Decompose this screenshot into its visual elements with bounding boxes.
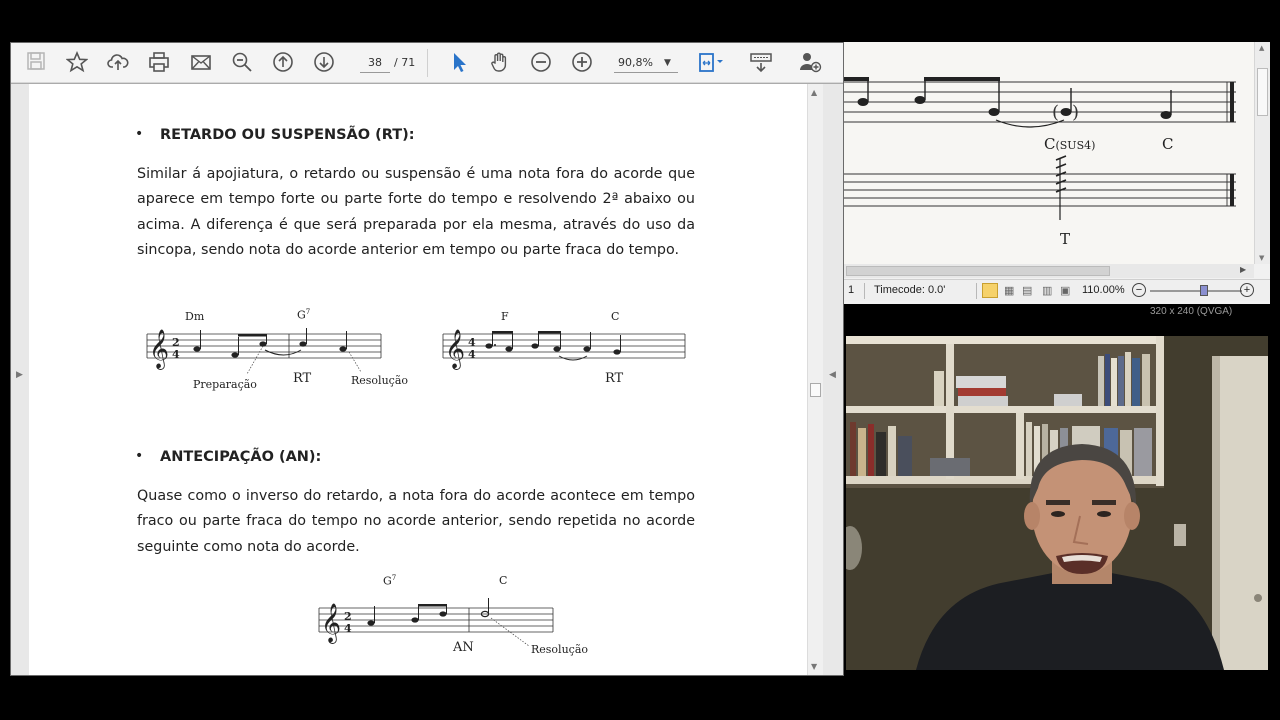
- page-total-label: / 71: [394, 56, 416, 69]
- svg-text:𝄞: 𝄞: [445, 329, 465, 370]
- toolbar-divider: [427, 49, 428, 77]
- zoom-plus-icon[interactable]: [570, 51, 594, 75]
- page-view-icon[interactable]: [982, 283, 998, 298]
- webcam-feed: [846, 336, 1268, 670]
- hand-tool-icon[interactable]: [488, 51, 512, 75]
- zoom-minus-icon[interactable]: [529, 51, 553, 75]
- view-mode-icon[interactable]: ▣: [1060, 284, 1070, 297]
- chord-label: C: [611, 310, 620, 323]
- view-mode-icon[interactable]: ▤: [1022, 284, 1032, 297]
- bullet-marker: •: [135, 126, 144, 142]
- svg-text:𝄞: 𝄞: [149, 329, 169, 370]
- status-divider: [864, 283, 865, 299]
- scroll-down-icon[interactable]: ▼: [811, 662, 817, 671]
- zoom-out-search-icon[interactable]: [230, 51, 254, 75]
- print-icon[interactable]: [147, 51, 171, 75]
- expand-left-panel-icon[interactable]: ▶: [16, 370, 23, 380]
- chord-label: G7: [383, 574, 397, 588]
- page-down-icon[interactable]: [312, 51, 336, 75]
- zoom-in-button[interactable]: +: [1240, 283, 1254, 297]
- notation-horizontal-scrollbar[interactable]: ▶: [844, 264, 1254, 278]
- chord-label: Dm: [185, 310, 205, 323]
- scroll-up-icon[interactable]: ▲: [811, 88, 817, 97]
- scroll-up-icon[interactable]: ▲: [1259, 44, 1264, 52]
- view-mode-icon[interactable]: ▦: [1004, 284, 1014, 297]
- fit-page-icon[interactable]: [697, 51, 723, 75]
- section-heading-antecipacao: ANTECIPAÇÃO (AN):: [160, 449, 322, 465]
- chevron-down-icon[interactable]: ▼: [664, 53, 671, 73]
- bullet-marker: •: [135, 448, 144, 464]
- paragraph-antecipacao: Quase como o inverso do retardo, a nota …: [137, 488, 695, 555]
- scrollbar-thumb[interactable]: [1257, 68, 1268, 116]
- read-mode-icon[interactable]: [749, 51, 773, 75]
- annotation-label: Preparação: [193, 378, 257, 391]
- svg-text:4: 4: [172, 348, 180, 361]
- tab-label: T: [1060, 230, 1071, 248]
- page-up-icon[interactable]: [271, 51, 295, 75]
- vertical-scrollbar[interactable]: ▲ ▼: [807, 84, 823, 675]
- pdf-viewer-window: 38 / 71 90,8% ▼ ▶ • RETARDO OU SUSPENSÃO…: [10, 42, 844, 676]
- chord-label: G7: [297, 308, 311, 322]
- document-area: ▶ • RETARDO OU SUSPENSÃO (RT): Similar á…: [11, 84, 843, 675]
- annotation-label: RT: [605, 371, 624, 386]
- scroll-down-icon[interactable]: ▼: [1259, 254, 1264, 262]
- add-user-icon[interactable]: [798, 51, 822, 75]
- resolution-label: 320 x 240 (QVGA): [1150, 306, 1233, 317]
- music-example-retardo-1: 𝄞 2 4 Dm G7 Preparação RT Resolução: [139, 304, 439, 394]
- scrollbar-thumb[interactable]: [846, 266, 1110, 276]
- svg-text:4: 4: [468, 348, 476, 361]
- cloud-upload-icon[interactable]: [106, 51, 130, 75]
- svg-text:4: 4: [344, 622, 352, 635]
- svg-text:(: (: [1052, 102, 1059, 123]
- zoom-slider-handle[interactable]: [1200, 285, 1208, 296]
- svg-text:): ): [1072, 102, 1079, 123]
- annotation-label: AN: [453, 640, 474, 655]
- select-cursor-icon[interactable]: [447, 51, 471, 75]
- annotation-label: RT: [293, 371, 312, 386]
- annotation-label: Resolução: [531, 643, 589, 656]
- scrollbar-thumb[interactable]: [810, 383, 821, 397]
- pdf-toolbar: 38 / 71 90,8% ▼: [11, 43, 843, 83]
- page-number-input[interactable]: 38: [360, 53, 390, 73]
- chord-label: C: [499, 574, 508, 587]
- status-divider: [976, 283, 977, 299]
- svg-text:𝄞: 𝄞: [321, 603, 341, 644]
- scroll-right-icon[interactable]: ▶: [1240, 265, 1246, 274]
- annotation-label: Resolução: [351, 374, 409, 387]
- zoom-percentage: 110.00%: [1082, 284, 1125, 296]
- status-field: 1: [848, 284, 855, 296]
- notation-vertical-scrollbar[interactable]: ▲ ▼: [1254, 42, 1270, 264]
- zoom-slider[interactable]: [1150, 290, 1242, 292]
- chord-symbol: C(SUS4): [1044, 135, 1096, 153]
- email-icon[interactable]: [189, 51, 213, 75]
- view-mode-icon[interactable]: ▥: [1042, 284, 1052, 297]
- save-icon[interactable]: [24, 51, 48, 75]
- bookmark-star-icon[interactable]: [65, 50, 89, 75]
- notation-status-bar: 1 Timecode: 0.0' ▦ ▤ ▥ ▣ 110.00% − +: [844, 279, 1270, 301]
- score-canvas: ( ) C(SUS4) C T: [844, 42, 1254, 264]
- chord-label: F: [501, 310, 509, 323]
- timecode-label: Timecode: 0.0': [874, 284, 946, 296]
- notation-software-window: ( ) C(SUS4) C T ▲ ▼ ▶ 1 Timecode: 0.0' ▦…: [844, 42, 1270, 304]
- music-example-retardo-2: 𝄞 4 4 F C RT: [437, 304, 697, 394]
- left-panel-rail[interactable]: ▶: [11, 84, 29, 675]
- collapse-right-panel-icon[interactable]: ◀: [829, 370, 836, 380]
- section-heading-retardo: RETARDO OU SUSPENSÃO (RT):: [160, 127, 415, 143]
- paragraph-retardo: Similar á apojiatura, o retardo ou suspe…: [137, 166, 695, 259]
- right-panel-rail[interactable]: ◀: [823, 84, 843, 675]
- music-example-antecipacao: 𝄞 2 4 G7 C AN Resolução: [311, 574, 588, 671]
- zoom-out-button[interactable]: −: [1132, 283, 1146, 297]
- pdf-page: • RETARDO OU SUSPENSÃO (RT): Similar á a…: [29, 84, 807, 675]
- chord-symbol: C: [1162, 135, 1174, 153]
